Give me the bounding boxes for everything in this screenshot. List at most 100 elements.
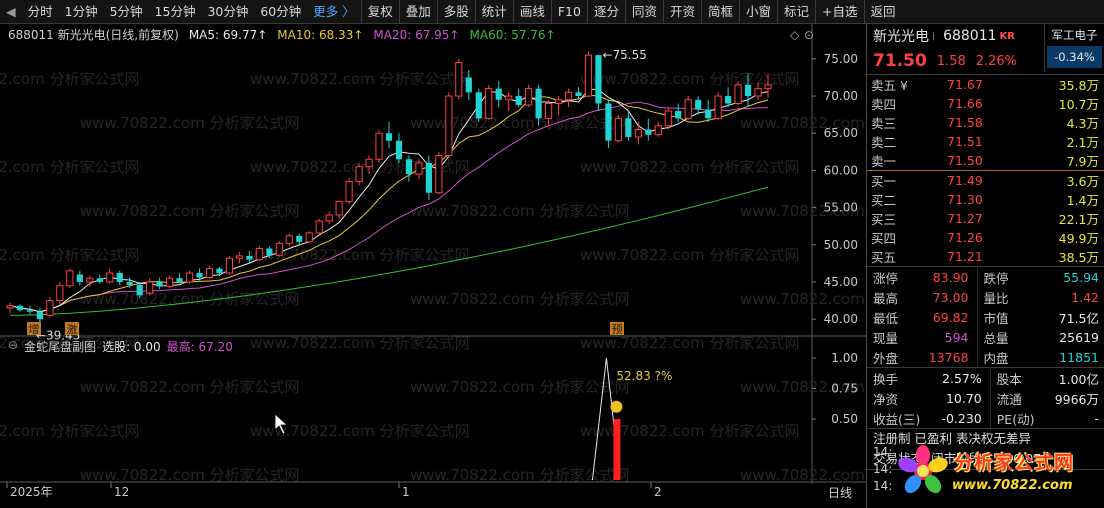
toolbar-item[interactable]: 统计 (474, 0, 513, 24)
toolbar-item[interactable]: 叠加 (398, 0, 437, 24)
sub-chart-legend: ⊖ 金蛇尾盘副图 选股: 0.00 最高: 67.20 (8, 338, 233, 355)
watermark-text: www.70822.com 分析家公式网 (0, 70, 140, 88)
stat-label: 现量 (873, 330, 899, 346)
stat-value: - (1094, 410, 1099, 426)
stat-value: 55.94 (1063, 269, 1099, 285)
orderbook-volume: 49.9万 (1058, 231, 1099, 246)
event-tag: 激 (67, 322, 78, 336)
toolbar-item[interactable]: 更多 〉 (307, 0, 360, 24)
period-label[interactable]: 日线 (828, 484, 852, 501)
candle-body-up (375, 132, 383, 160)
candle-body-down (266, 248, 273, 256)
stat-value: 69.82 (911, 307, 978, 327)
info-icon[interactable]: i (932, 30, 935, 43)
toolbar-item[interactable]: 5分钟 (104, 0, 149, 24)
toolbar-item[interactable]: 标记 (777, 0, 815, 24)
candle-body-up (6, 305, 14, 309)
stat-value: -0.230 (924, 408, 991, 428)
kline-chart-area[interactable]: www.70822.com 分析家公式网 www.70822.com 分析家公式网… (0, 24, 866, 508)
toolbar-item[interactable]: 60分钟 (254, 0, 307, 24)
sector-box[interactable]: 军工电子 -0.34% (1044, 24, 1104, 72)
orderbook-row[interactable]: 买一 71.49 3.6万 (867, 171, 1104, 190)
stats-row: 收益(三) -0.230 PE(动) - (867, 408, 1104, 428)
watermark-text: www.70822.com 分析家公式网 (80, 202, 300, 220)
stat-value: 1.42 (1071, 289, 1099, 305)
orderbook-row[interactable]: 买二 71.30 1.4万 (867, 190, 1104, 209)
sub-legend-name[interactable]: 金蛇尾盘副图 (24, 338, 96, 355)
toolbar-item[interactable]: 同资 (624, 0, 663, 24)
toolbar-item[interactable]: 返回 (863, 0, 902, 24)
watermark-text: www.70822.com 分析家公式网 (80, 466, 300, 484)
toolbar-item[interactable]: +自选 (815, 0, 863, 24)
candle-body-up (106, 272, 114, 283)
candle-body-up (225, 257, 234, 274)
orderbook-price: 71.30 (947, 192, 983, 207)
stat-label: PE(动) (996, 411, 1035, 427)
orderbook-row[interactable]: 买五 71.21 38.5万 (867, 247, 1104, 266)
stat-label: 跌停 (983, 270, 1009, 286)
flower-logo-icon (898, 445, 948, 494)
toolbar-item[interactable]: 小窗 (739, 0, 777, 24)
price-axis-label: 55.00 (824, 201, 858, 215)
watermark-text: www.70822.com 分析家公式网 (410, 466, 630, 484)
sub-collapse-icon[interactable]: ⊖ (8, 338, 18, 355)
candle-body-up (505, 95, 513, 101)
stat-label: 股本 (996, 371, 1022, 387)
watermark-text: www.70822.com 分析家公式网 (250, 70, 470, 88)
toolbar-item[interactable]: 多股 (436, 0, 475, 24)
candle-body-up (355, 166, 363, 183)
candle-body-down (385, 133, 393, 141)
candle-body-up (165, 277, 174, 287)
sector-change: -0.34% (1047, 46, 1102, 68)
main-chart-legend: 688011 新光光电(日线,前复权) MA5: 69.77↑ MA10: 68… (8, 26, 556, 44)
xaxis-label: 2025年 (10, 485, 53, 499)
toolbar-item[interactable]: 简框 (700, 0, 739, 24)
candle-body-down (425, 162, 432, 193)
orderbook-row[interactable]: 卖二 71.51 2.1万 (867, 132, 1104, 151)
watermark-text: www.70822.com 分析家公式网 (0, 246, 140, 264)
toolbar-item[interactable]: F10 (550, 0, 587, 24)
toolbar-item[interactable]: 30分钟 (201, 0, 254, 24)
stats-table: 涨停 83.90 跌停 55.94 最高 73.00 量比 1.42 最低 69.82 市值 71.5… (867, 267, 1104, 367)
toolbar-item[interactable]: 复权 (360, 0, 399, 24)
stat-label: 流通 (996, 391, 1022, 407)
bid-book: 买一 71.49 3.6万 买二 71.30 1.4万 买三 71.27 22.1万 买四 71.2… (867, 171, 1104, 266)
candle-body-down (725, 96, 732, 104)
stats-row: 净资 10.70 流通 9966万 (867, 388, 1104, 408)
candle-body-up (46, 300, 54, 316)
orderbook-row[interactable]: 卖三 71.58 4.3万 (867, 113, 1104, 132)
orderbook-row[interactable]: 卖一 71.50 7.9万 (867, 151, 1104, 170)
orderbook-row[interactable]: 卖四 71.66 10.7万 (867, 94, 1104, 113)
orderbook-label: 卖一 (871, 154, 897, 169)
toolbar-item[interactable]: 1分钟 (59, 0, 104, 24)
toolbar-item[interactable]: 分时 (22, 0, 59, 24)
stat-value: 1.00亿 (1058, 371, 1099, 387)
candle-body-up (544, 102, 553, 119)
candle-body-up (634, 129, 642, 138)
toolbar-item[interactable]: 画线 (512, 0, 551, 24)
trade-list[interactable]: 14: 14: 14: (873, 444, 892, 495)
candle-body-up (185, 272, 194, 283)
orderbook-row[interactable]: 买四 71.26 49.9万 (867, 228, 1104, 247)
site-logo: 分析家公式网 www.70822.com (894, 440, 1100, 502)
price-axis-label: 60.00 (824, 163, 858, 177)
candle-body-up (485, 88, 493, 119)
back-arrow-icon[interactable]: ◀ (0, 0, 22, 24)
orderbook-row[interactable]: 卖五 ¥ 71.67 35.8万 (867, 75, 1104, 94)
orderbook-row[interactable]: 买三 71.27 22.1万 (867, 209, 1104, 228)
watermark-text: www.70822.com 分析家公式网 (740, 466, 866, 484)
xaxis-label: 12 (114, 485, 129, 499)
toolbar-item[interactable]: 逐分 (586, 0, 625, 24)
candle-body-down (465, 77, 472, 93)
orderbook-label: 买四 (871, 231, 897, 246)
toolbar-item[interactable]: 开资 (662, 0, 701, 24)
candle-body-up (764, 84, 772, 90)
orderbook-volume: 22.1万 (1058, 212, 1099, 227)
orderbook-price: 71.21 (947, 249, 983, 264)
orderbook-volume: 2.1万 (1066, 135, 1099, 150)
orderbook-price: 71.27 (947, 211, 983, 226)
candle-body-up (285, 235, 293, 244)
stats-row: 最高 73.00 量比 1.42 (867, 287, 1104, 307)
kline-chart[interactable]: www.70822.com 分析家公式网 www.70822.com 分析家公式网… (0, 24, 866, 508)
toolbar-item[interactable]: 15分钟 (149, 0, 202, 24)
